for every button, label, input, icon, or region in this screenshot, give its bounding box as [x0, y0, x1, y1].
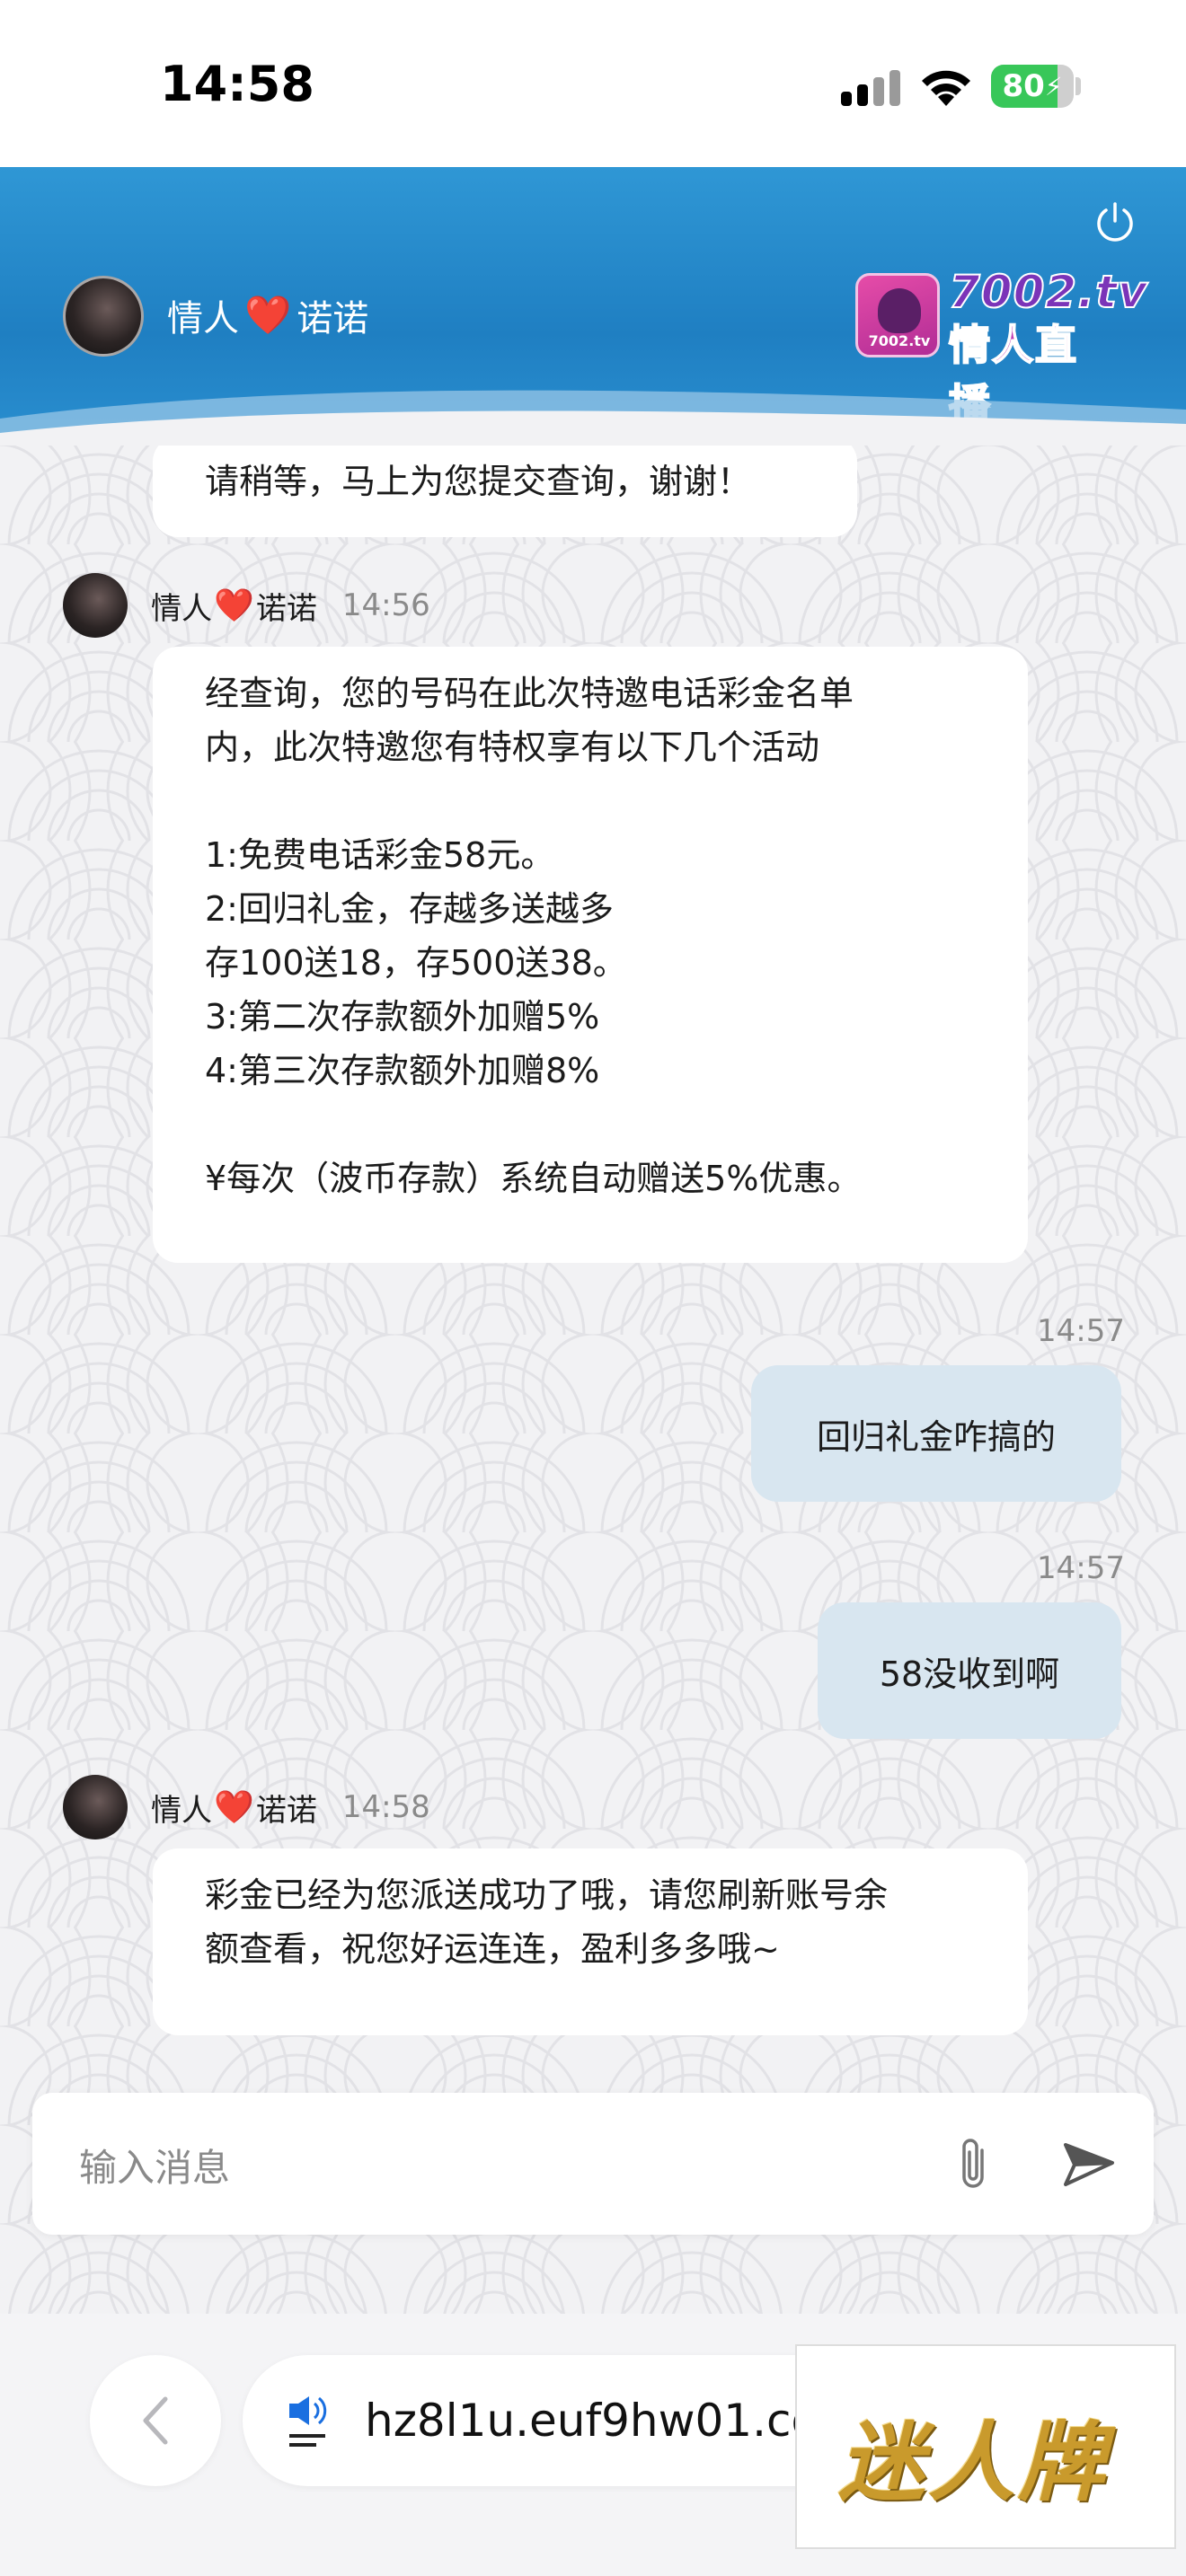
message-line: 存100送18，存500送38。 [205, 943, 627, 983]
sender-avatar[interactable] [63, 1775, 128, 1839]
message-line: 彩金已经为您派送成功了哦，请您刷新账号余 [205, 1875, 889, 1915]
message-time: 14:57 [1037, 1550, 1125, 1586]
watermark-text: 迷人牌 [838, 2413, 1108, 2513]
status-bar: 14:58 80 ⚡ [0, 0, 1186, 167]
header-wave [0, 390, 1186, 446]
speaker-icon[interactable] [286, 2393, 336, 2452]
attachment-icon[interactable] [952, 2134, 994, 2193]
message-header: 情人 ❤️ 诺诺 14:56 [63, 573, 430, 638]
heart-icon: ❤️ [244, 293, 292, 337]
logo-badge-icon: 7002.tv [855, 273, 940, 357]
message-text: 请稍等，马上为您提交查询，谢谢！ [205, 462, 752, 501]
message-line: 内，此次特邀您有特权享有以下几个活动 [205, 728, 820, 767]
chat-header: 情人 ❤️ 诺诺 7002.tv 7002.tv 情人直播 [0, 167, 1186, 446]
cellular-signal-icon [841, 68, 900, 106]
wifi-icon [922, 70, 970, 106]
sender-avatar[interactable] [63, 573, 128, 638]
message-text: 58没收到啊 [879, 1654, 1060, 1694]
incoming-message-bubble: 请稍等，马上为您提交查询，谢谢！ [153, 446, 857, 537]
contact-avatar[interactable] [63, 276, 144, 357]
outgoing-message-bubble: 回归礼金咋搞的 [751, 1365, 1121, 1502]
battery-percent: 80 [1002, 68, 1045, 104]
sender-name: 情人 ❤️ 诺诺 [151, 587, 317, 627]
message-line: 1:免费电话彩金58元。 [205, 835, 555, 875]
logo-badge-text: 7002.tv [868, 332, 931, 349]
contact-name-part2: 诺诺 [296, 298, 369, 340]
message-line: 4:第三次存款额外加赠8% [205, 1051, 600, 1090]
contact-name-part1: 情人 [167, 298, 239, 340]
message-time: 14:56 [341, 587, 430, 623]
outgoing-message-bubble: 58没收到啊 [818, 1602, 1121, 1739]
back-button[interactable] [90, 2355, 221, 2486]
logo-domain: 7002.tv [948, 265, 1148, 319]
incoming-message-bubble: 经查询，您的号码在此次特邀电话彩金名单 内，此次特邀您有特权享有以下几个活动 1… [153, 647, 1028, 1263]
message-text: 回归礼金咋搞的 [816, 1416, 1056, 1457]
message-line: 经查询，您的号码在此次特邀电话彩金名单 [205, 674, 854, 713]
status-time: 14:58 [160, 56, 314, 112]
brand-logo: 7002.tv 7002.tv 情人直播 [855, 265, 1148, 429]
message-line: 2:回归礼金，存越多送越多 [205, 889, 614, 929]
watermark-logo: 迷人牌 [795, 2344, 1176, 2549]
message-line: 额查看，祝您好运连连，盈利多多哦~ [205, 1929, 780, 1969]
message-composer: 输入消息 [32, 2093, 1154, 2235]
message-header: 情人 ❤️ 诺诺 14:58 [63, 1775, 430, 1839]
heart-icon: ❤️ [214, 1789, 254, 1826]
battery-charging-icon: 80 ⚡ [991, 65, 1074, 108]
message-line [205, 774, 976, 828]
chevron-left-icon [143, 2396, 168, 2445]
incoming-message-bubble: 彩金已经为您派送成功了哦，请您刷新账号余 额查看，祝您好运连连，盈利多多哦~ [153, 1848, 1028, 2035]
sender-name: 情人 ❤️ 诺诺 [151, 1789, 317, 1829]
power-icon[interactable] [1093, 199, 1137, 244]
message-time: 14:57 [1037, 1313, 1125, 1349]
message-input[interactable]: 输入消息 [79, 2138, 230, 2192]
chat-area[interactable]: 请稍等，马上为您提交查询，谢谢！ 情人 ❤️ 诺诺 14:56 经查询，您的号码… [0, 446, 1186, 2314]
contact-name: 情人 ❤️ 诺诺 [167, 289, 368, 341]
battery-tip [1075, 77, 1081, 95]
heart-icon: ❤️ [214, 587, 254, 624]
send-icon[interactable] [1062, 2139, 1116, 2190]
message-line: ¥每次（波币存款）系统自动赠送5%优惠。 [205, 1159, 862, 1198]
url-text: hz8l1u.euf9hw01.com [365, 2395, 863, 2447]
message-line [205, 1098, 976, 1151]
browser-toolbar: hz8l1u.euf9hw01.com 迷人牌 [0, 2314, 1186, 2576]
message-time: 14:58 [341, 1789, 430, 1825]
message-line: 3:第二次存款额外加赠5% [205, 997, 600, 1037]
